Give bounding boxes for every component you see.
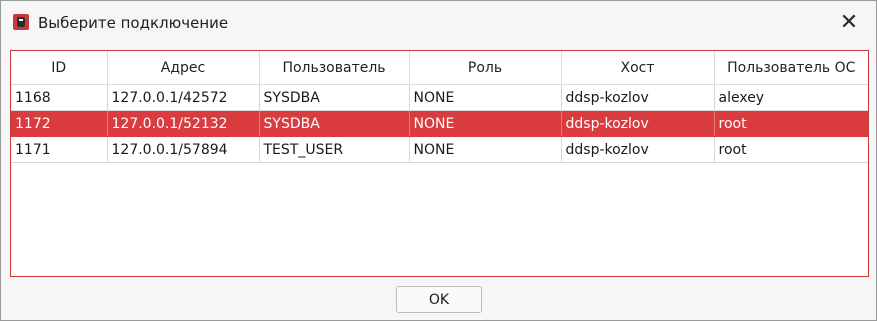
column-header-id[interactable]: ID — [11, 51, 108, 85]
column-header-user[interactable]: Пользователь — [259, 51, 410, 85]
database-icon — [13, 14, 29, 30]
cell-os-user: alexey — [714, 84, 868, 111]
column-header-address[interactable]: Адрес — [107, 51, 260, 85]
cell-id: 1172 — [11, 110, 108, 137]
ok-button[interactable]: OK — [396, 286, 482, 313]
cell-address: 127.0.0.1/52132 — [107, 110, 260, 137]
cell-os-user: root — [714, 136, 868, 163]
cell-host: ddsp-kozlov — [561, 136, 715, 163]
table-row[interactable]: 1171 127.0.0.1/57894 TEST_USER NONE ddsp… — [11, 136, 868, 163]
table-row[interactable]: 1168 127.0.0.1/42572 SYSDBA NONE ddsp-ko… — [11, 84, 868, 111]
table-header: ID Адрес Пользователь Роль Хост Пользова… — [11, 51, 868, 85]
cell-role: NONE — [409, 136, 562, 163]
cell-address: 127.0.0.1/57894 — [107, 136, 260, 163]
cell-user: SYSDBA — [259, 84, 410, 111]
connections-table: ID Адрес Пользователь Роль Хост Пользова… — [10, 50, 869, 277]
connection-dialog: Выберите подключение ✕ ID Адрес Пользова… — [0, 0, 877, 321]
title-bar: Выберите подключение ✕ — [1, 1, 876, 45]
cell-user: TEST_USER — [259, 136, 410, 163]
cell-role: NONE — [409, 84, 562, 111]
cell-address: 127.0.0.1/42572 — [107, 84, 260, 111]
cell-id: 1168 — [11, 84, 108, 111]
cell-role: NONE — [409, 110, 562, 137]
cell-user: SYSDBA — [259, 110, 410, 137]
dialog-title: Выберите подключение — [38, 14, 229, 32]
cell-id: 1171 — [11, 136, 108, 163]
cell-host: ddsp-kozlov — [561, 110, 715, 137]
column-header-os-user[interactable]: Пользователь ОС — [714, 51, 868, 85]
close-icon[interactable]: ✕ — [836, 10, 862, 36]
column-header-host[interactable]: Хост — [561, 51, 715, 85]
cell-host: ddsp-kozlov — [561, 84, 715, 111]
cell-os-user: root — [714, 110, 868, 137]
column-header-role[interactable]: Роль — [409, 51, 562, 85]
table-row-selected[interactable]: 1172 127.0.0.1/52132 SYSDBA NONE ddsp-ko… — [11, 110, 868, 137]
